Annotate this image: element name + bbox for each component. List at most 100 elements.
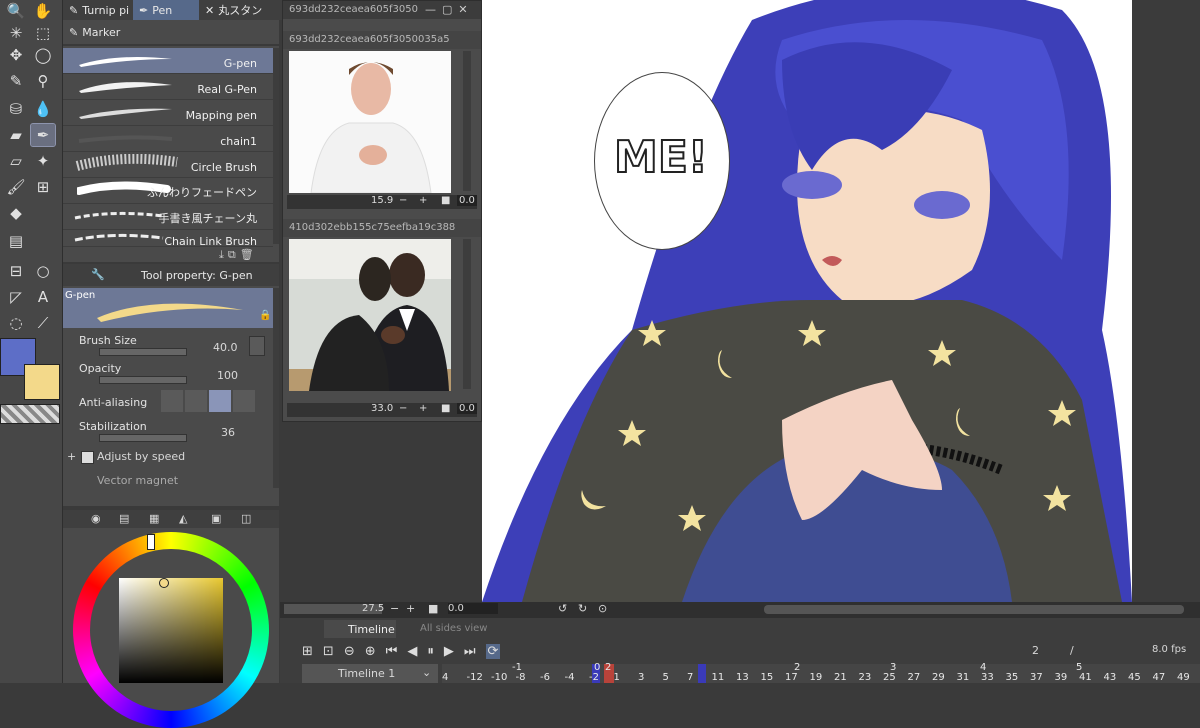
brush-item-mapping-pen[interactable]: Mapping pen: [63, 100, 273, 126]
adjust-by-speed-checkbox[interactable]: [81, 451, 94, 464]
antialias-strong-icon[interactable]: [233, 390, 255, 412]
ellipse-icon[interactable]: ○: [31, 260, 55, 282]
fit-icon[interactable]: ■: [441, 403, 450, 414]
brush-item-real-gpen[interactable]: Real G-Pen: [63, 74, 273, 100]
reset-rotation-icon[interactable]: ⊙: [598, 602, 607, 615]
lasso-icon[interactable]: ◯: [31, 44, 55, 66]
zoom-out-icon[interactable]: −: [390, 602, 399, 615]
download-icon[interactable]: ⤓: [219, 248, 224, 262]
ref2-angle-value[interactable]: 0.0: [457, 403, 477, 414]
intermediate-color-tab-icon[interactable]: ◭: [179, 512, 187, 525]
pen-icon[interactable]: ✎: [4, 70, 28, 92]
zoom-out-timeline-icon[interactable]: ⊖: [344, 644, 355, 659]
ref1-angle-value[interactable]: 0.0: [457, 195, 477, 206]
approx-color-tab-icon[interactable]: ▣: [211, 512, 221, 525]
eraser-icon[interactable]: ▰: [4, 124, 28, 146]
track-name[interactable]: Timeline 1 ⌄: [302, 664, 438, 683]
trash-icon[interactable]: 🗑: [240, 248, 254, 262]
zoom-out-icon[interactable]: −: [399, 403, 407, 414]
expand-icon[interactable]: +: [67, 450, 76, 463]
first-frame-icon[interactable]: ⏮: [386, 644, 398, 659]
lock-icon[interactable]: 🔒: [259, 310, 271, 321]
brush-item-circle-brush[interactable]: Circle Brush: [63, 152, 273, 178]
opacity-value[interactable]: 100: [217, 369, 238, 382]
color-picker-cursor[interactable]: [159, 578, 169, 588]
rotate-left-icon[interactable]: ↺: [558, 602, 567, 615]
group-marker[interactable]: ✎ Marker: [63, 22, 145, 42]
canvas-angle-value[interactable]: 0.0: [448, 603, 498, 614]
antialias-weak-icon[interactable]: [185, 390, 207, 412]
zoom-in-icon[interactable]: +: [419, 403, 427, 414]
brush-item-chain1[interactable]: chain1: [63, 126, 273, 152]
hand-icon[interactable]: ✋: [31, 0, 55, 22]
antialias-none-icon[interactable]: [161, 390, 183, 412]
minimize-icon[interactable]: —: [425, 3, 436, 17]
grid-icon[interactable]: ⊞: [31, 176, 55, 198]
brush-size-slider[interactable]: [99, 348, 187, 356]
balloon-icon[interactable]: ◌: [4, 312, 28, 334]
zoom-out-icon[interactable]: −: [399, 195, 407, 206]
color-wheel-tab-icon[interactable]: ◉: [91, 512, 101, 525]
eraser2-icon[interactable]: ▱: [4, 150, 28, 172]
ref1-scrollbar[interactable]: [463, 51, 471, 191]
antialias-medium-icon[interactable]: [209, 390, 231, 412]
next-frame-icon[interactable]: ▶: [444, 644, 454, 659]
ruler-icon[interactable]: ◸: [4, 286, 28, 308]
zoom-in-icon[interactable]: +: [406, 602, 415, 615]
zoom-in-icon[interactable]: +: [419, 195, 427, 206]
fit-icon[interactable]: ■: [441, 195, 450, 206]
drawing-canvas[interactable]: ME!: [482, 0, 1132, 602]
gradient-icon[interactable]: ▤: [4, 230, 28, 252]
pen-tool-icon[interactable]: ✒: [30, 123, 56, 147]
new-timeline-icon[interactable]: ⊞: [302, 644, 313, 659]
text-icon[interactable]: A: [31, 286, 55, 308]
prev-frame-icon[interactable]: ◀: [407, 644, 417, 659]
brush-item-fade-pen[interactable]: ふんわりフェードペン: [63, 178, 273, 204]
tab-pen[interactable]: ✒ Pen: [133, 0, 205, 20]
opacity-slider[interactable]: [99, 376, 187, 384]
brush-item-chain-link[interactable]: Chain Link Brush: [63, 230, 273, 247]
ref1-zoom-value[interactable]: 15.9: [371, 195, 393, 206]
correction-icon[interactable]: ⟋: [31, 312, 55, 334]
brush-item-gpen[interactable]: G-pen: [63, 48, 273, 74]
fit-icon[interactable]: ■: [428, 602, 438, 615]
fps-value[interactable]: 8.0 fps: [1152, 644, 1186, 655]
brush-item-chain-circle[interactable]: 手書き風チェーン丸: [63, 204, 273, 230]
drop-icon[interactable]: 💧: [31, 98, 55, 120]
tab-stamp[interactable]: ✕ 丸スタン: [199, 0, 287, 20]
frame-icon[interactable]: ⊟: [4, 260, 28, 282]
bucket-icon[interactable]: ◆: [4, 202, 28, 224]
maximize-icon[interactable]: ▢: [442, 3, 452, 17]
ref2-scrollbar[interactable]: [463, 239, 471, 389]
operation-icon[interactable]: ⬚: [31, 22, 55, 44]
move-icon[interactable]: ✥: [4, 44, 28, 66]
tab-all-sides[interactable]: All sides view: [398, 620, 488, 638]
last-frame-icon[interactable]: ⏭: [464, 644, 476, 659]
saturation-value-square[interactable]: [119, 578, 223, 683]
transparent-color-swatch[interactable]: [0, 404, 60, 424]
pause-icon[interactable]: ⏸: [427, 644, 434, 659]
sub-color-swatch[interactable]: [24, 364, 60, 400]
fill-icon[interactable]: ⛁: [4, 98, 28, 120]
close-icon[interactable]: ✕: [458, 3, 467, 17]
edit-timeline-icon[interactable]: ⊡: [323, 644, 334, 659]
brush-list-scrollbar[interactable]: [273, 48, 279, 244]
rotate-right-icon[interactable]: ↻: [578, 602, 587, 615]
ref2-image[interactable]: [289, 239, 451, 391]
magnifier-icon[interactable]: 🔍: [4, 0, 28, 22]
stabilization-value[interactable]: 36: [221, 426, 235, 439]
ref1-image[interactable]: [289, 51, 451, 194]
color-set-tab-icon[interactable]: ▦: [149, 512, 159, 525]
magic-wand-icon[interactable]: ✳: [4, 22, 28, 44]
toolprop-scrollbar[interactable]: [273, 288, 279, 488]
brush-size-value[interactable]: 40.0: [213, 341, 238, 354]
eyedropper-icon[interactable]: ⚲: [31, 70, 55, 92]
history-tab-icon[interactable]: ◫: [241, 512, 251, 525]
stabilization-slider[interactable]: [99, 434, 187, 442]
current-frame[interactable]: 2: [1032, 644, 1039, 657]
brush-icon[interactable]: 🖌: [4, 176, 28, 198]
horizontal-scrollbar[interactable]: [764, 605, 1184, 614]
chevron-down-icon[interactable]: ⌄: [422, 666, 431, 679]
color-slider-tab-icon[interactable]: ▤: [119, 512, 129, 525]
zoom-in-timeline-icon[interactable]: ⊕: [365, 644, 376, 659]
